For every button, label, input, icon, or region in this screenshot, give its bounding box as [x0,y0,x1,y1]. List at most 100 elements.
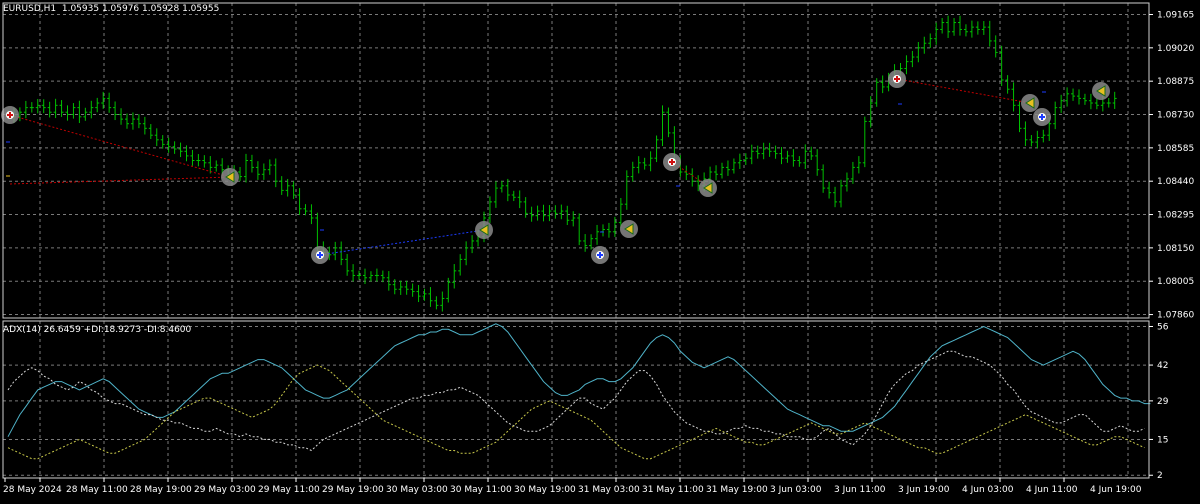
price-bar [1082,93,1087,105]
level-label: 56 [1157,323,1169,333]
price-bar [785,150,790,163]
price-label: 1.08150 [1157,244,1194,254]
time-label: 3 Jun 11:00 [834,485,886,495]
chart-window[interactable]: 1.09165 1.09020 1.08875 1.08730 1.08585 1.084… [0,0,1200,500]
price-bar [660,105,665,147]
price-bar [1112,91,1117,109]
price-bar [166,137,171,153]
price-bar [583,234,588,252]
price-bar [434,296,439,310]
indicator-series-adx [7,323,1151,437]
price-bar [815,149,820,176]
price-bar [541,204,546,222]
price-bar [1035,130,1040,149]
main-panel-frame [2,2,1150,319]
price-bar [160,135,165,149]
zigzag-segment [9,176,231,185]
price-bar [577,213,582,246]
price-bar [910,50,915,68]
price-bar [29,102,34,113]
price-bar [767,142,772,157]
price-bar [993,35,998,58]
price-bar [791,149,796,167]
price-bar [839,179,843,208]
price-bar [844,172,849,192]
price-bar [493,181,498,208]
price-bar [535,205,540,221]
price-bar [934,22,939,45]
price-bar [65,105,70,121]
price-bar [357,270,362,280]
price-bar [101,91,106,109]
time-label: 30 May 11:00 [450,485,512,495]
price-bar [1106,97,1111,108]
zigzag-segment [319,229,485,256]
price-bar [565,205,570,226]
price-bar [511,190,516,202]
price-bar [1011,82,1016,112]
price-bar [297,188,302,215]
price-bar [833,186,838,208]
price-bar [261,163,266,180]
price-bar [547,205,552,222]
price-bar [928,33,933,48]
signal-markers [1,70,1110,264]
indicator-lines [7,323,1151,460]
price-bar [202,155,207,168]
price-bar [130,112,135,130]
price-bar [464,241,469,266]
price-bar [987,20,992,47]
price-label: 1.09165 [1157,10,1194,20]
price-bar [850,161,855,184]
price-bar [975,21,980,35]
price-label: 1.08005 [1157,277,1194,287]
time-label: 29 May 11:00 [258,485,320,495]
price-bar [737,153,742,169]
price-label: 1.08440 [1157,177,1194,187]
price-bar [279,176,284,195]
price-bar [1053,101,1058,130]
ohlc-values: 1.05935 1.05976 1.05928 1.05955 [61,4,220,14]
price-bar [904,55,909,75]
price-bar [1059,94,1064,113]
price-bar [946,15,951,38]
time-label: 4 Jun 19:00 [1090,485,1142,495]
arrow-signal-icon [699,179,717,197]
price-bar [398,280,403,295]
price-bar [142,116,147,135]
symbol-label: EURUSD,H1 [3,4,57,14]
level-label: 15 [1157,435,1168,445]
buy-signal-icon [591,246,609,264]
time-axis: 28 May 2024 28 May 11:00 28 May 19:00 29 Ma… [3,478,1142,495]
price-bar [642,157,647,170]
price-bar [922,36,927,54]
price-bar [553,205,558,219]
time-label: 30 May 19:00 [514,485,576,495]
price-bar [648,151,653,172]
price-bar [952,18,957,36]
time-label: 30 May 03:00 [386,485,448,495]
chart-svg[interactable]: 1.09165 1.09020 1.08875 1.08730 1.08585 1.084… [0,0,1200,500]
price-bar [95,97,100,113]
price-bar [487,196,492,223]
price-bar [725,160,730,176]
price-bar [273,158,278,188]
price-bar [1005,75,1010,94]
price-bar [773,145,778,159]
arrow-signal-icon [475,221,493,239]
price-bar [244,153,248,183]
price-label: 1.08730 [1157,111,1194,121]
price-bar [916,42,921,63]
price-bar [255,161,260,180]
price-bar [107,92,112,113]
price-bar [797,156,802,167]
price-bar [470,235,475,254]
price-bar [291,181,296,199]
price-bar [1088,93,1093,110]
price-label: 1.09020 [1157,44,1194,54]
price-bar [821,164,826,193]
price-bar [761,142,766,160]
time-label: 3 Jun 19:00 [898,485,950,495]
price-bar [1029,135,1034,147]
time-label: 31 May 19:00 [706,485,768,495]
